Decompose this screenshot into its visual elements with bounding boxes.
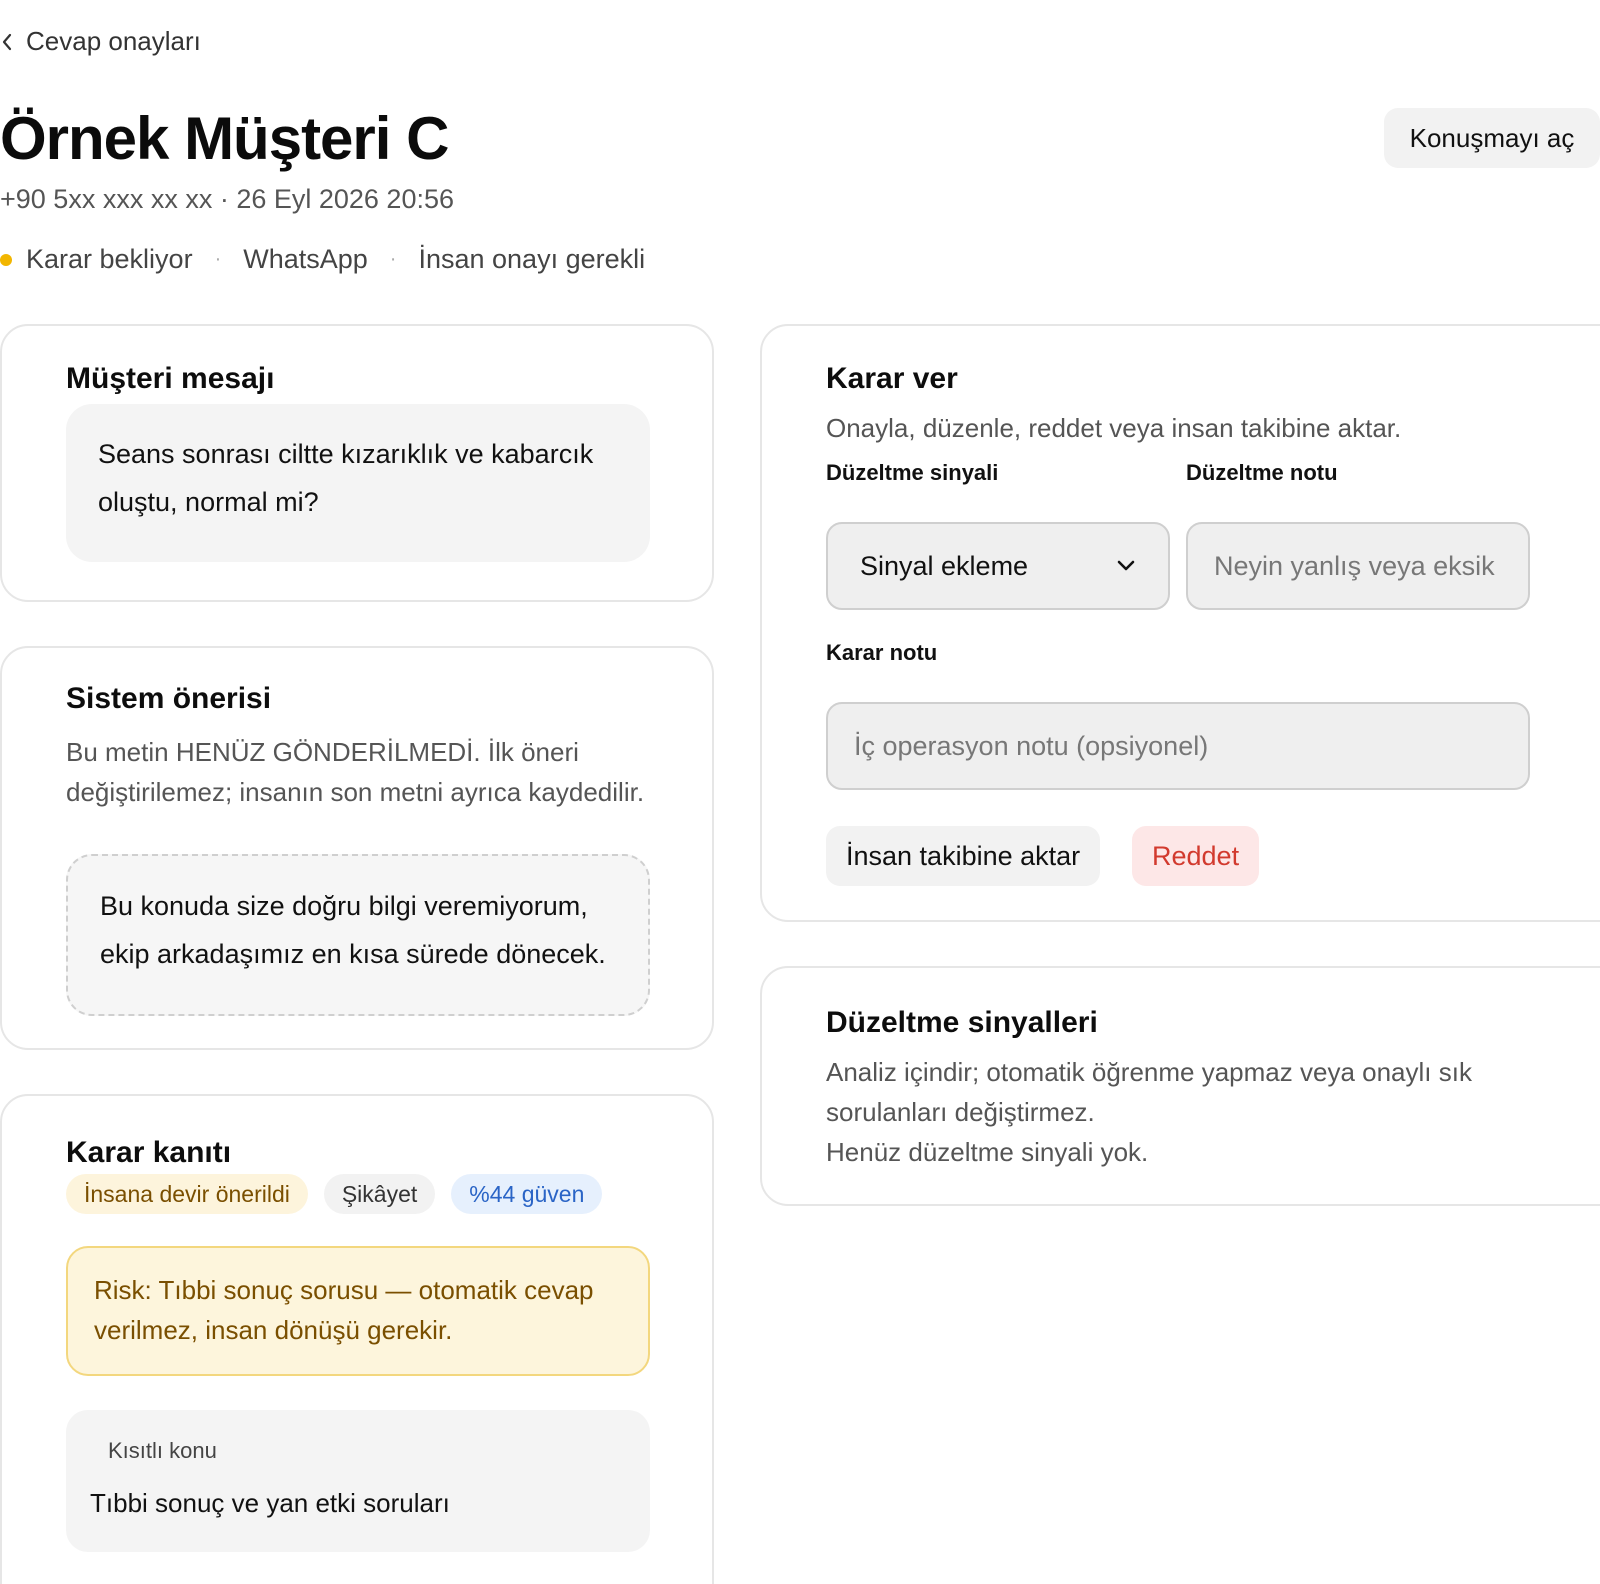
separator: · [214, 248, 222, 270]
risk-alert: Risk: Tıbbi sonuç sorusu — otomatik ceva… [66, 1246, 650, 1376]
open-conversation-button[interactable]: Konuşmayı aç [1384, 108, 1600, 168]
signal-label: Düzeltme sinyali [826, 460, 999, 485]
confidence-chip: %44 güven [451, 1174, 603, 1214]
decision-evidence-card: Karar kanıtı İnsana devir önerildi Şikây… [0, 1094, 714, 1584]
reject-button[interactable]: Reddet [1132, 826, 1260, 886]
channel-text: WhatsApp [243, 244, 368, 274]
restricted-topic-value: Tıbbi sonuç ve yan etki soruları [90, 1488, 450, 1518]
chevron-left-icon [2, 33, 12, 50]
evidence-chips: İnsana devir önerildi Şikâyet %44 güven [66, 1174, 603, 1214]
card-title: Karar kanıtı [66, 1136, 232, 1169]
separator: · [389, 248, 397, 270]
card-title: Sistem önerisi [66, 682, 272, 715]
category-chip: Şikâyet [323, 1174, 436, 1214]
customer-message-card: Müşteri mesajı Seans sonrası ciltte kıza… [0, 324, 714, 602]
signals-description: Analiz içindir; otomatik öğrenme yapmaz … [826, 1057, 1472, 1127]
chevron-down-icon [1117, 560, 1135, 571]
decision-card: Karar ver Onayla, düzenle, reddet veya i… [760, 324, 1600, 922]
decision-note-label: Karar notu [826, 640, 938, 665]
signal-select-value: Sinyal ekleme [860, 550, 1029, 581]
decision-note-input[interactable] [826, 702, 1530, 790]
status-row: Karar bekliyor · WhatsApp · İnsan onayı … [0, 244, 645, 275]
suggestion-text: Bu konuda size doğru bilgi veremiyorum, … [66, 854, 650, 1016]
page-title: Örnek Müşteri C [0, 105, 449, 172]
status-dot-icon [0, 253, 12, 266]
customer-meta: +90 5xx xxx xx xx · 26 Eyl 2026 20:56 [0, 184, 454, 214]
restricted-topic-box: Kısıtlı konu Tıbbi sonuç ve yan etki sor… [66, 1410, 650, 1552]
human-followup-button[interactable]: İnsan takibine aktar [826, 826, 1101, 886]
approval-detail-page: Cevap onayları Örnek Müşteri C +90 5xx x… [0, 0, 1600, 1584]
handoff-chip: İnsana devir önerildi [66, 1174, 308, 1214]
card-title: Düzeltme sinyalleri [826, 1006, 1098, 1039]
back-link[interactable]: Cevap onayları [0, 26, 201, 57]
suggestion-note: Bu metin HENÜZ GÖNDERİLMEDİ. İlk öneri d… [66, 737, 645, 807]
signal-select[interactable]: Sinyal ekleme [826, 522, 1170, 610]
correction-signals-card: Düzeltme sinyalleri Analiz içindir; otom… [760, 966, 1600, 1206]
decision-subtitle: Onayla, düzenle, reddet veya insan takib… [826, 413, 1402, 443]
note-label: Düzeltme notu [1186, 460, 1338, 485]
requirement-text: İnsan onayı gerekli [418, 244, 646, 274]
status-text: Karar bekliyor [26, 244, 193, 274]
card-title: Müşteri mesajı [66, 362, 275, 395]
card-title: Karar ver [826, 362, 958, 395]
signals-empty-state: Henüz düzeltme sinyali yok. [826, 1137, 1149, 1167]
restricted-topic-label: Kısıtlı konu [108, 1438, 217, 1463]
back-link-label: Cevap onayları [26, 26, 201, 56]
customer-message-bubble: Seans sonrası ciltte kızarıklık ve kabar… [66, 404, 650, 562]
system-suggestion-card: Sistem önerisi Bu metin HENÜZ GÖNDERİLME… [0, 646, 714, 1050]
correction-note-input[interactable] [1186, 522, 1530, 610]
